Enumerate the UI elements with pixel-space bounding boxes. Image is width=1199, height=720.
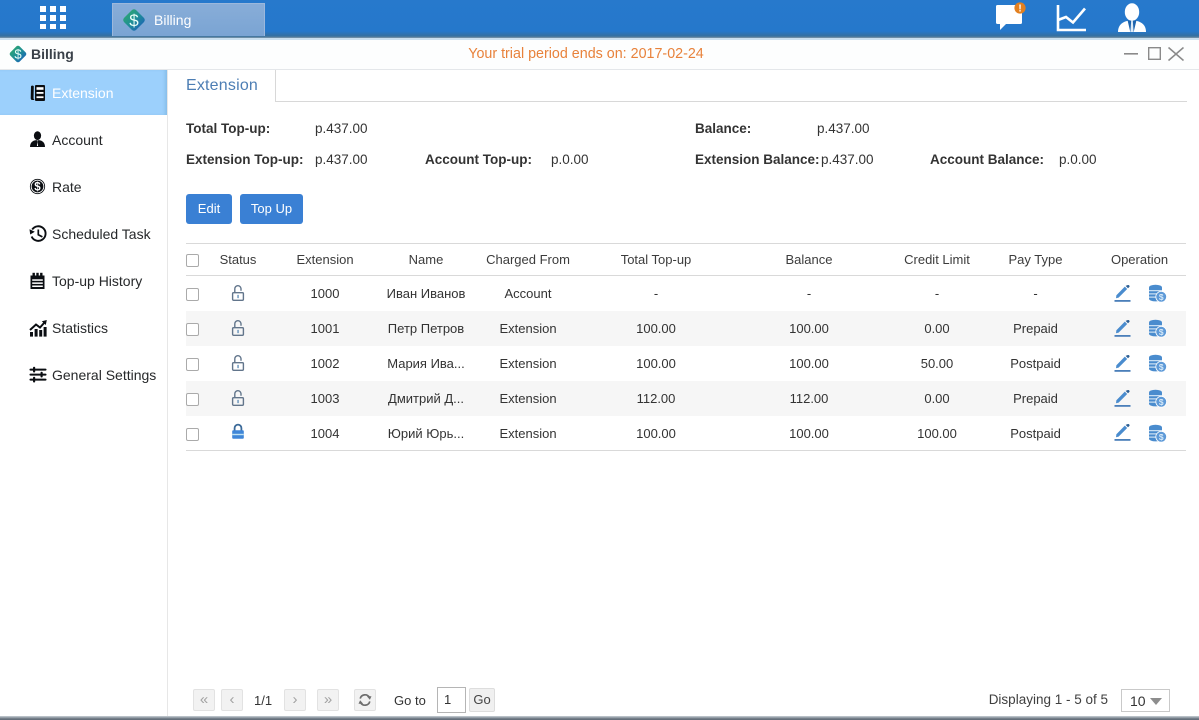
svg-text:$: $ xyxy=(34,182,41,194)
svg-text:!: ! xyxy=(1018,4,1021,15)
svg-text:$: $ xyxy=(129,11,139,30)
